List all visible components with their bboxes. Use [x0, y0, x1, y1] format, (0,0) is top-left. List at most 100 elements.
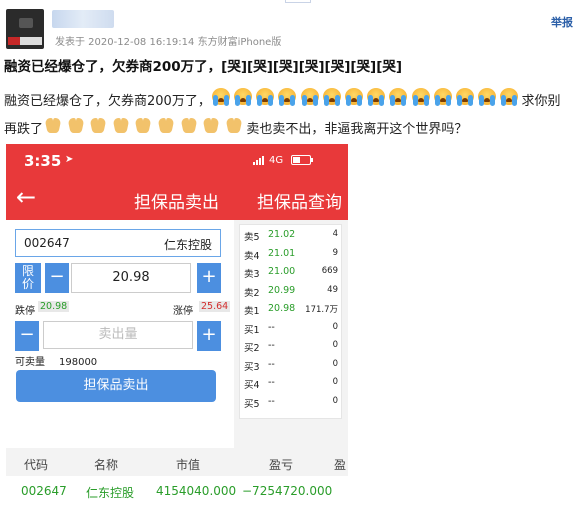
quantity-input[interactable]: 卖出量: [43, 321, 193, 349]
orderbook-volume: 4: [332, 229, 338, 239]
pray-emoji-icon: [179, 116, 199, 134]
signal-icon: [253, 155, 267, 165]
location-icon: ➤: [65, 154, 74, 165]
col-code: 代码: [24, 458, 49, 472]
back-arrow-icon[interactable]: ←: [16, 183, 36, 211]
price-minus-button[interactable]: −: [45, 263, 69, 293]
available-value: 198000: [59, 357, 98, 368]
col-name: 名称: [94, 458, 119, 472]
sell-button[interactable]: 担保品卖出: [16, 370, 216, 402]
available-qty: 可卖量 198000: [15, 353, 97, 368]
orderbook-label: 卖4: [244, 250, 260, 262]
orderbook-price: 21.00: [268, 266, 296, 277]
limit-up-label: 涨停: [173, 306, 193, 317]
crying-emoji-icon: [211, 88, 231, 106]
orderbook-row[interactable]: 卖1 20.98 171.7万: [244, 301, 340, 317]
pray-emoji-icon: [224, 116, 244, 134]
nav-bar: ← 担保品卖出 担保品查询: [6, 178, 348, 220]
limit-up-value[interactable]: 25.64: [199, 301, 231, 312]
qty-plus-button[interactable]: +: [197, 321, 221, 351]
orderbook-label: 买1: [244, 324, 260, 336]
orderbook-label: 卖2: [244, 287, 260, 299]
orderbook-label: 卖5: [244, 232, 260, 243]
orderbook-row[interactable]: 卖2 20.99 49: [244, 283, 340, 299]
stock-field[interactable]: 002647 仁东控股: [15, 229, 221, 257]
pray-emoji-icon: [88, 116, 108, 134]
price-plus-button[interactable]: +: [197, 263, 221, 293]
orderbook-volume: 0: [332, 395, 338, 406]
orderbook-row[interactable]: 买3 -- 0: [244, 357, 340, 373]
orderbook-price: 21.01: [268, 247, 296, 259]
pray-emoji-icon: [43, 116, 63, 134]
orderbook-price: --: [268, 340, 275, 351]
top-divider: [285, 0, 311, 3]
post-body-line1: 融资已经爆仓了，欠券商200万了， 求你别: [4, 88, 561, 110]
limit-down-value[interactable]: 20.98: [38, 301, 70, 312]
orderbook-row[interactable]: 卖5 21.02 4: [244, 227, 340, 243]
crying-emoji-icon: [477, 88, 497, 106]
report-link[interactable]: 举报: [551, 14, 573, 30]
qty-minus-button[interactable]: −: [15, 321, 39, 351]
order-form: 002647 仁东控股 限价 − 20.98 + 跌停 20.98 涨停 25.…: [6, 220, 234, 450]
orderbook-volume: 0: [332, 377, 338, 387]
crying-emoji-icon: [233, 88, 253, 106]
orderbook-volume: 9: [332, 247, 338, 258]
row-market-value: 4154040.000: [156, 484, 237, 498]
crying-emoji-icon: [366, 88, 386, 106]
pray-emoji-icon: [156, 116, 176, 134]
holdings-header: 代码 名称 市值 盈亏 盈: [6, 448, 348, 476]
trade-screenshot: 3:35 ➤ 4G ← 担保品卖出 担保品查询 002647 仁东控股 限价 −…: [6, 144, 348, 512]
order-book: 卖5 21.02 4 卖4 21.01 9 卖3 21.00 669 卖2 20.99 49 卖1 20.…: [239, 224, 342, 419]
orderbook-price: --: [268, 395, 275, 407]
crying-emoji-icon: [388, 88, 408, 106]
col-pnl-ratio: 盈: [334, 458, 347, 472]
orderbook-row[interactable]: 买4 -- 0: [244, 375, 340, 391]
pray-emoji-icon: [111, 116, 131, 134]
orderbook-row[interactable]: 卖3 21.00 669: [244, 264, 340, 280]
table-row[interactable]: 002647 仁东控股 4154040.000 −7254720.000: [6, 476, 348, 512]
crying-emoji-icon: [499, 88, 519, 106]
price-input[interactable]: 20.98: [71, 263, 191, 293]
network-type: 4G: [269, 155, 284, 166]
body-text: 卖也卖不出，非逼我离开这个世界吗？: [246, 121, 468, 137]
crying-emoji-icon: [300, 88, 320, 106]
pray-emoji-icon: [133, 116, 153, 134]
orderbook-price: --: [268, 358, 275, 370]
orderbook-price: --: [268, 377, 275, 388]
orderbook-label: 卖3: [244, 269, 260, 280]
orderbook-price: --: [268, 321, 275, 333]
crying-emoji-icon: [411, 88, 431, 106]
orderbook-volume: 0: [332, 358, 338, 369]
body-text: 求你别: [521, 93, 561, 109]
crying-emoji-icon: [433, 88, 453, 106]
orderbook-volume: 49: [327, 284, 338, 295]
orderbook-row[interactable]: 卖4 21.01 9: [244, 246, 340, 262]
price-type-button[interactable]: 限价: [15, 263, 41, 293]
orderbook-volume: 171.7万: [305, 305, 338, 315]
pray-emoji-group: [43, 116, 246, 138]
crying-emoji-icon: [455, 88, 475, 106]
orderbook-row[interactable]: 买5 -- 0: [244, 394, 340, 410]
crying-emoji-icon: [255, 88, 275, 106]
crying-emoji-icon: [344, 88, 364, 106]
post-meta: 发表于 2020-12-08 16:19:14 东方财富iPhone版: [55, 37, 282, 48]
limit-down-label: 跌停: [15, 306, 35, 317]
battery-icon: [291, 155, 313, 165]
orderbook-volume: 0: [332, 340, 338, 350]
crying-emoji-group: [211, 88, 522, 110]
status-time: 3:35: [24, 152, 62, 170]
stock-name: 仁东控股: [163, 238, 212, 252]
price-type-label: 限价: [21, 264, 34, 291]
query-tab[interactable]: 担保品查询: [257, 188, 342, 213]
avatar[interactable]: [6, 9, 44, 49]
row-name: 仁东控股: [86, 486, 135, 500]
orderbook-row[interactable]: 买1 -- 0: [244, 320, 340, 336]
orderbook-row[interactable]: 买2 -- 0: [244, 338, 340, 354]
pray-emoji-icon: [201, 116, 221, 134]
username-blurred[interactable]: [52, 10, 114, 28]
post-body-line2: 再跌了 卖也卖不出，非逼我离开这个世界吗？: [4, 117, 467, 137]
orderbook-label: 买3: [244, 361, 260, 373]
pray-emoji-icon: [66, 116, 86, 134]
available-label: 可卖量: [15, 357, 45, 368]
orderbook-label: 卖1: [244, 306, 260, 317]
